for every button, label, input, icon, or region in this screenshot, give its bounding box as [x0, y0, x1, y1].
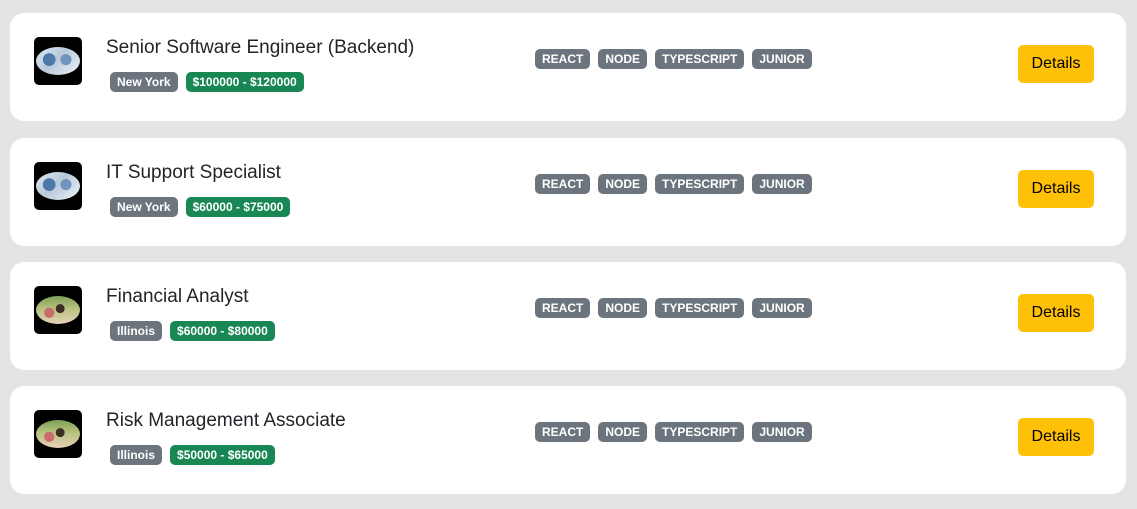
job-card: Financial Analyst Illinois $60000 - $800… [10, 262, 1126, 370]
details-button[interactable]: Details [1018, 45, 1094, 83]
location-badge: Illinois [110, 445, 163, 465]
job-meta: New York $60000 - $75000 [110, 197, 291, 217]
job-title: IT Support Specialist [106, 162, 281, 183]
tag-badge: TYPESCRIPT [655, 174, 745, 194]
details-button[interactable]: Details [1018, 418, 1094, 456]
details-button[interactable]: Details [1018, 170, 1094, 208]
job-thumbnail [34, 37, 82, 85]
tag-badge: JUNIOR [752, 422, 812, 442]
job-card: IT Support Specialist New York $60000 - … [10, 138, 1126, 246]
salary-badge: $60000 - $75000 [185, 197, 291, 217]
job-thumbnail [34, 162, 82, 210]
tag-badge: REACT [535, 174, 591, 194]
job-title: Risk Management Associate [106, 410, 346, 431]
location-badge: Illinois [110, 321, 163, 341]
job-meta: New York $100000 - $120000 [110, 72, 304, 92]
tag-badge: REACT [535, 298, 591, 318]
tag-badge: TYPESCRIPT [655, 298, 745, 318]
details-button[interactable]: Details [1018, 294, 1094, 332]
tag-badge: NODE [598, 422, 648, 442]
job-meta: Illinois $60000 - $80000 [110, 321, 275, 341]
location-badge: New York [110, 197, 178, 217]
job-list: Senior Software Engineer (Backend) New Y… [0, 0, 1137, 509]
tag-badge: REACT [535, 422, 591, 442]
job-card: Risk Management Associate Illinois $5000… [10, 386, 1126, 494]
job-meta: Illinois $50000 - $65000 [110, 445, 275, 465]
job-title: Senior Software Engineer (Backend) [106, 37, 415, 58]
job-thumbnail [34, 410, 82, 458]
location-badge: New York [110, 72, 178, 92]
salary-badge: $100000 - $120000 [185, 72, 304, 92]
tag-badge: NODE [598, 49, 648, 69]
job-title: Financial Analyst [106, 286, 249, 307]
tag-badge: TYPESCRIPT [655, 49, 745, 69]
company-image [36, 47, 80, 75]
tag-badge: NODE [598, 298, 648, 318]
tag-badge: REACT [535, 49, 591, 69]
company-image [36, 420, 80, 448]
job-thumbnail [34, 286, 82, 334]
job-card: Senior Software Engineer (Backend) New Y… [10, 13, 1126, 121]
skill-tags: REACT NODE TYPESCRIPT JUNIOR [535, 298, 812, 318]
skill-tags: REACT NODE TYPESCRIPT JUNIOR [535, 49, 812, 69]
tag-badge: JUNIOR [752, 49, 812, 69]
tag-badge: JUNIOR [752, 298, 812, 318]
salary-badge: $50000 - $65000 [170, 445, 275, 465]
salary-badge: $60000 - $80000 [170, 321, 275, 341]
company-image [36, 296, 80, 324]
skill-tags: REACT NODE TYPESCRIPT JUNIOR [535, 174, 812, 194]
tag-badge: NODE [598, 174, 648, 194]
tag-badge: JUNIOR [752, 174, 812, 194]
tag-badge: TYPESCRIPT [655, 422, 745, 442]
skill-tags: REACT NODE TYPESCRIPT JUNIOR [535, 422, 812, 442]
company-image [36, 172, 80, 200]
